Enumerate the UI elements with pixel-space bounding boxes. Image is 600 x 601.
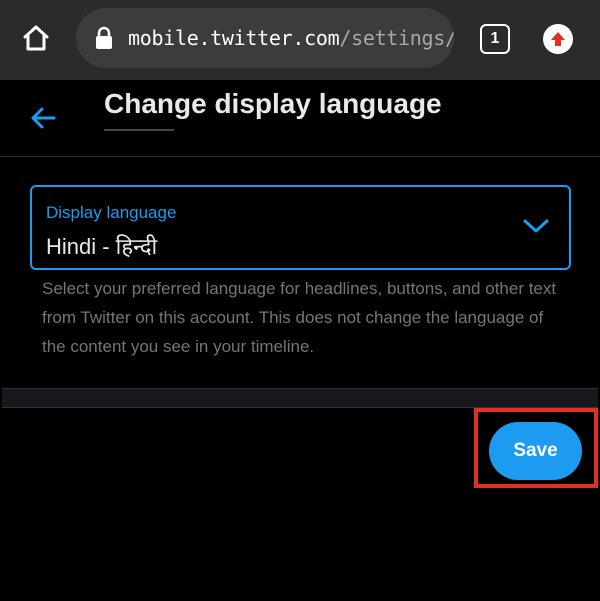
url-host: mobile.twitter.com — [128, 26, 340, 50]
select-value: Hindi - हिन्दी — [46, 234, 158, 259]
page-header: Change display language — [0, 80, 600, 156]
home-button[interactable] — [18, 20, 54, 56]
save-button[interactable]: Save — [489, 422, 582, 480]
lock-icon — [96, 26, 112, 49]
home-icon — [23, 25, 49, 51]
section-divider — [2, 388, 598, 408]
select-label: Display language — [46, 203, 177, 222]
header-divider — [0, 156, 600, 157]
arrow-up-icon — [551, 32, 565, 46]
address-bar[interactable]: mobile.twitter.com/settings/lar — [76, 8, 454, 68]
back-arrow-icon[interactable] — [28, 104, 60, 132]
account-handle-partial — [104, 124, 184, 138]
url-text: mobile.twitter.com/settings/lar — [128, 8, 454, 68]
tab-count: 1 — [490, 30, 500, 47]
url-path: /settings/lar — [339, 26, 454, 50]
language-help-text: Select your preferred language for headl… — [42, 279, 557, 356]
page-title: Change display language — [104, 88, 442, 119]
chevron-down-icon — [523, 219, 549, 233]
page: mobile.twitter.com/settings/lar 1 Change… — [0, 0, 600, 601]
display-language-select[interactable]: Display language Hindi - हिन्दी — [30, 185, 571, 270]
tab-switcher-button[interactable]: 1 — [480, 24, 510, 54]
update-button[interactable] — [543, 24, 573, 54]
obscured-handle — [104, 129, 174, 131]
browser-toolbar: mobile.twitter.com/settings/lar 1 — [0, 0, 600, 80]
